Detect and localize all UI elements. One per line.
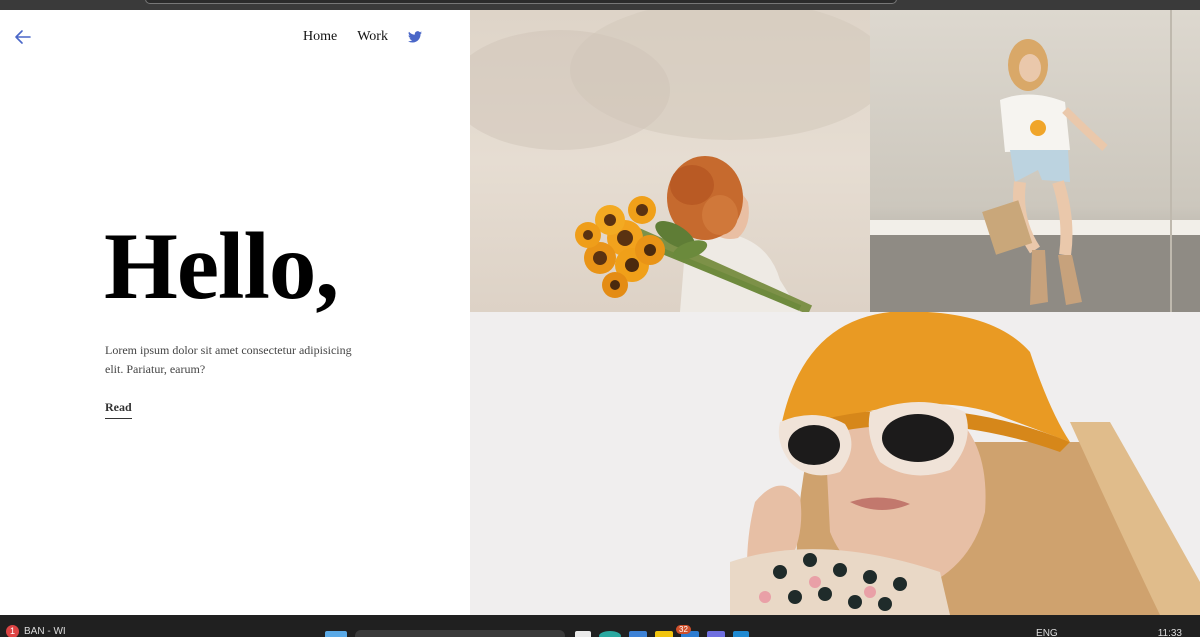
mail-icon[interactable] — [629, 631, 647, 637]
browser-chrome — [0, 0, 1200, 10]
notification-badge: 1 — [6, 625, 19, 637]
photo-woman-hat[interactable] — [470, 312, 1200, 615]
system-tray: ENG 11:33 — [988, 628, 1182, 637]
photo-sunflowers-image — [470, 10, 870, 312]
hero-description: Lorem ipsum dolor sit amet consectetur a… — [105, 343, 352, 376]
nav-work-link[interactable]: Work — [357, 29, 388, 45]
taskbar-search[interactable] — [355, 630, 565, 637]
file-icon[interactable] — [575, 631, 591, 637]
taskbar-weather[interactable]: 1 BAN - WI — [6, 625, 66, 637]
left-panel: Home Work Hello, Lorem ipsum dolor sit a… — [0, 10, 470, 615]
language-indicator[interactable]: ENG — [1036, 628, 1058, 637]
taskbar-apps — [325, 630, 757, 637]
os-taskbar: 1 BAN - WI 32 ENG 11:33 — [0, 615, 1200, 637]
notes-icon[interactable] — [655, 631, 673, 637]
taskbar-left-label: BAN - WI — [24, 626, 66, 637]
vscode-icon[interactable] — [733, 631, 749, 637]
address-bar[interactable] — [145, 0, 897, 4]
windows-start-icon[interactable] — [325, 631, 347, 637]
read-link[interactable]: Read — [105, 400, 132, 419]
web-page: Home Work Hello, Lorem ipsum dolor sit a… — [0, 10, 1200, 615]
app-badge-count: 32 — [676, 625, 691, 634]
photo-sunflowers[interactable] — [470, 10, 870, 312]
save-icon[interactable] — [707, 631, 725, 637]
nav-home-link[interactable]: Home — [303, 29, 337, 45]
photo-woman-wall[interactable] — [870, 10, 1200, 312]
arrow-left-icon[interactable] — [13, 29, 33, 45]
photo-woman-wall-image — [870, 10, 1200, 312]
main-nav: Home Work — [303, 29, 422, 45]
clock[interactable]: 11:33 — [1158, 628, 1182, 637]
hero-title: Hello, — [104, 213, 339, 319]
browser-icon[interactable] — [599, 631, 621, 637]
twitter-icon[interactable] — [407, 31, 422, 43]
photo-woman-hat-image — [730, 312, 1200, 615]
